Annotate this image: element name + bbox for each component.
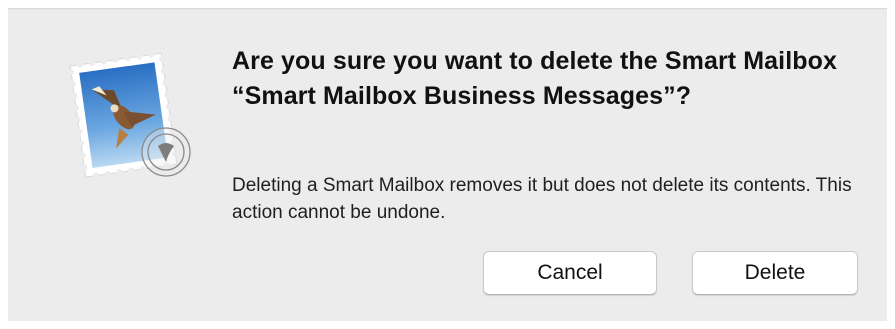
delete-smart-mailbox-dialog: Are you sure you want to delete the Smar…	[8, 8, 887, 321]
dialog-top-edge	[8, 8, 887, 10]
delete-button[interactable]: Delete	[692, 251, 858, 295]
cancel-button[interactable]: Cancel	[483, 251, 657, 295]
mail-stamp-icon	[66, 48, 198, 188]
dialog-message: Deleting a Smart Mailbox removes it but …	[232, 175, 852, 223]
dialog-title: Are you sure you want to delete the Smar…	[232, 47, 838, 110]
